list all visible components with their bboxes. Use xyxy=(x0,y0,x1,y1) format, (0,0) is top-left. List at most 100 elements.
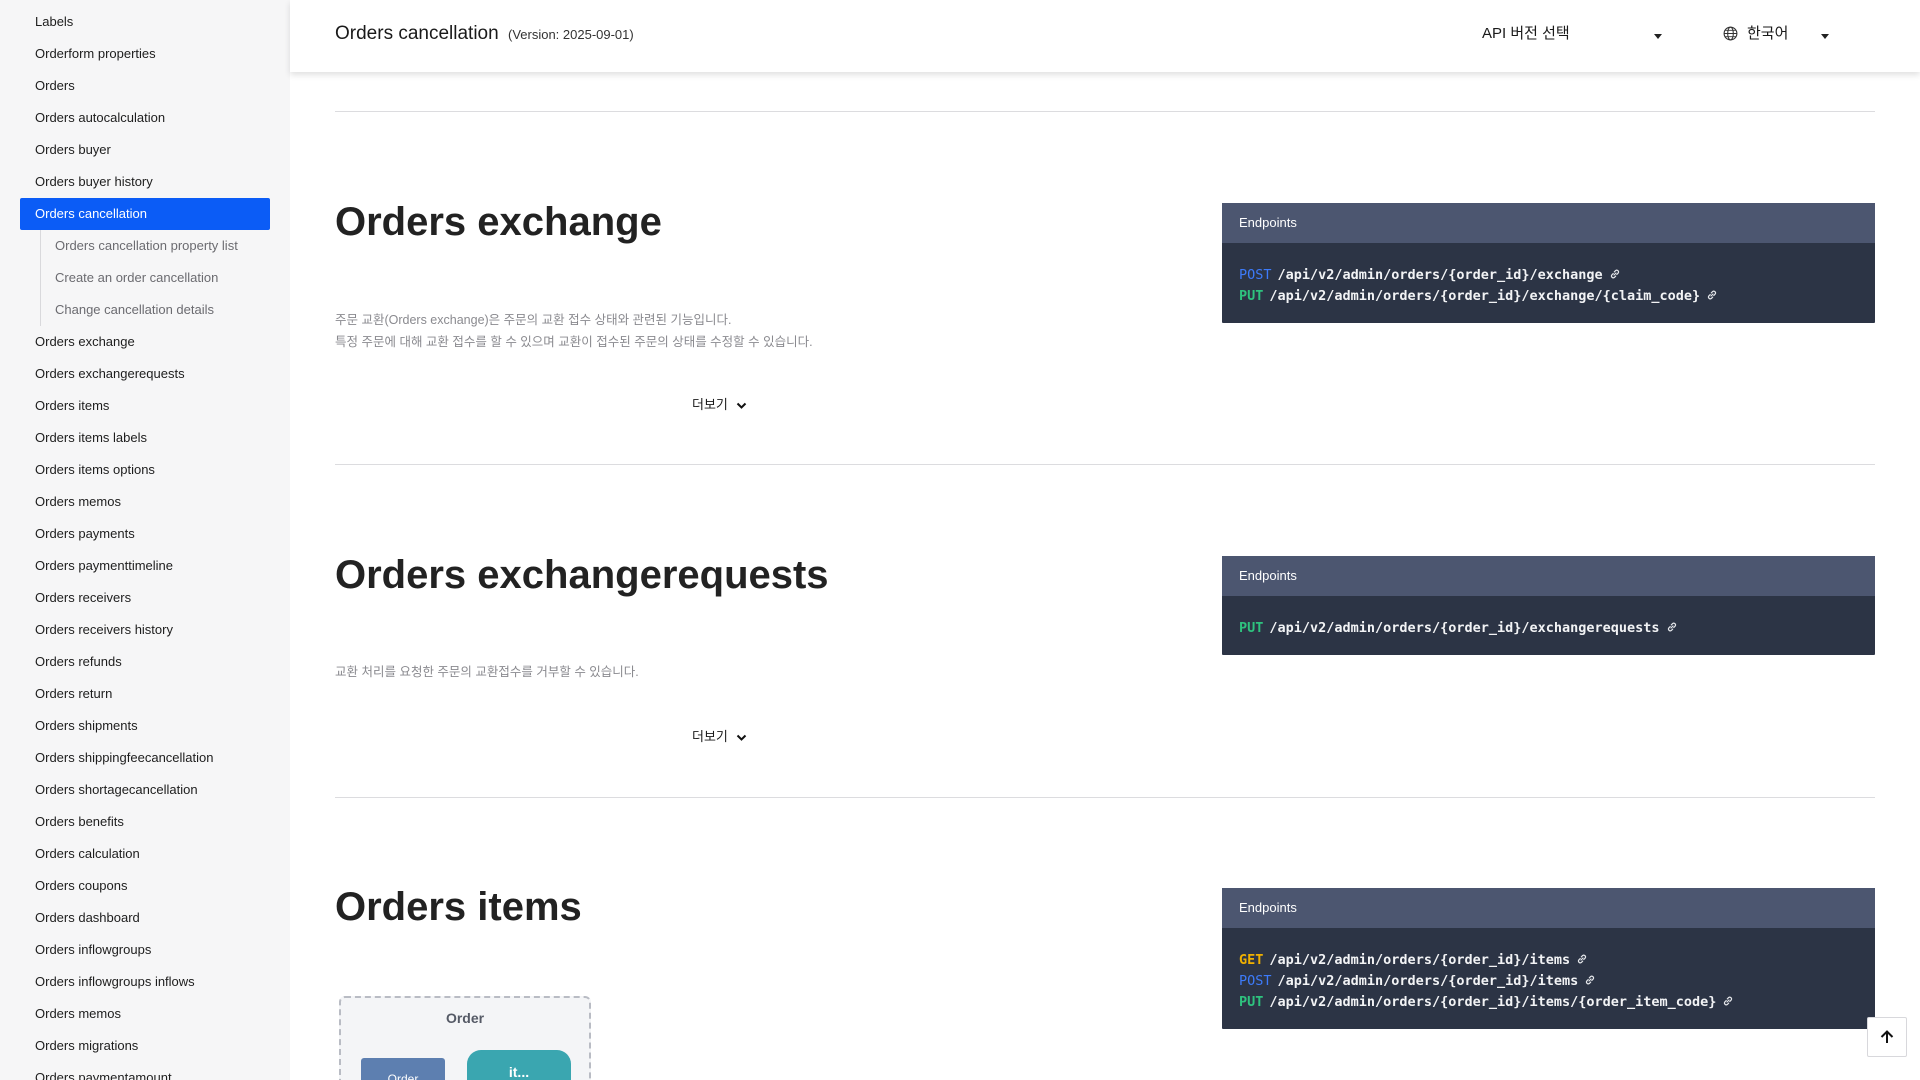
link-icon[interactable] xyxy=(1576,953,1588,965)
endpoint-path[interactable]: /api/v2/admin/orders/{order_id}/items xyxy=(1269,952,1570,968)
sidebar-item[interactable]: Orders exchangerequests xyxy=(20,358,270,390)
sidebar-item[interactable]: Orders shippingfeecancellation xyxy=(20,742,270,774)
sidebar-item[interactable]: Orders memos xyxy=(20,486,270,518)
sidebar-item[interactable]: Orders receivers history xyxy=(20,614,270,646)
endpoint-line: PUT/api/v2/admin/orders/{order_id}/excha… xyxy=(1239,618,1858,639)
link-icon[interactable] xyxy=(1722,995,1734,1007)
sidebar-item-orderform-properties[interactable]: Orderform properties xyxy=(20,38,270,70)
method-badge: PUT xyxy=(1239,620,1264,636)
desc-line: 주문 교환(Orders exchange)은 주문의 교환 접수 상태와 관련… xyxy=(335,313,732,327)
globe-icon xyxy=(1723,26,1738,41)
endpoint-path[interactable]: /api/v2/admin/orders/{order_id}/items/{o… xyxy=(1269,994,1716,1010)
top-header: Orders cancellation (Version: 2025-09-01… xyxy=(290,0,1920,72)
sidebar-item[interactable]: Orders memos xyxy=(20,998,270,1030)
page-title-text: Orders cancellation xyxy=(335,23,499,44)
endpoint-line: GET/api/v2/admin/orders/{order_id}/items xyxy=(1239,950,1858,971)
endpoint-path[interactable]: /api/v2/admin/orders/{order_id}/exchange xyxy=(1278,267,1603,283)
diagram-node-order: Order xyxy=(361,1058,445,1080)
sidebar-item[interactable]: Orders coupons xyxy=(20,870,270,902)
api-version-select-label: API 버전 선택 xyxy=(1482,25,1570,42)
sidebar-item-orders-cancellation[interactable]: Orders cancellation xyxy=(20,198,270,230)
diagram-node-items: it... xyxy=(467,1050,571,1080)
endpoints-body: PUT/api/v2/admin/orders/{order_id}/excha… xyxy=(1222,596,1875,655)
sidebar-subitem-change-cancellation[interactable]: Change cancellation details xyxy=(41,294,290,326)
sidebar-item[interactable]: Orders items labels xyxy=(20,422,270,454)
method-badge: POST xyxy=(1239,973,1272,989)
sidebar-item[interactable]: Orders items options xyxy=(20,454,270,486)
method-badge: POST xyxy=(1239,267,1272,283)
sidebar-subitem-property-list[interactable]: Orders cancellation property list xyxy=(41,230,290,262)
sidebar-item-orders-buyer-history[interactable]: Orders buyer history xyxy=(20,166,270,198)
api-version-select[interactable]: API 버전 선택 xyxy=(1482,22,1662,50)
endpoints-body: GET/api/v2/admin/orders/{order_id}/items… xyxy=(1222,928,1875,1029)
section-title-exchange: Orders exchange xyxy=(335,200,662,244)
sidebar-item[interactable]: Orders benefits xyxy=(20,806,270,838)
endpoints-header: Endpoints xyxy=(1222,556,1875,596)
method-badge: PUT xyxy=(1239,288,1264,304)
link-icon[interactable] xyxy=(1584,974,1596,986)
endpoint-path[interactable]: /api/v2/admin/orders/{order_id}/exchange… xyxy=(1269,620,1659,636)
sidebar-item-orders-buyer[interactable]: Orders buyer xyxy=(20,134,270,166)
sidebar-subitem-create-cancellation[interactable]: Create an order cancellation xyxy=(41,262,290,294)
section-desc-exchangerequests: 교환 처리를 요청한 주문의 교환접수를 거부할 수 있습니다. xyxy=(335,661,639,683)
sidebar-item[interactable]: Orders return xyxy=(20,678,270,710)
sidebar-item[interactable]: Orders migrations xyxy=(20,1030,270,1062)
endpoint-line: PUT/api/v2/admin/orders/{order_id}/items… xyxy=(1239,992,1858,1013)
sidebar-item[interactable]: Orders paymenttimeline xyxy=(20,550,270,582)
section-divider xyxy=(335,111,1875,112)
sidebar-sublist: Orders cancellation property list Create… xyxy=(40,230,290,326)
more-button-exchangerequests[interactable]: 더보기 xyxy=(692,726,747,745)
sidebar-item[interactable]: Orders receivers xyxy=(20,582,270,614)
sidebar-item[interactable]: Orders dashboard xyxy=(20,902,270,934)
arrow-up-icon xyxy=(1880,1030,1894,1043)
endpoint-line: PUT/api/v2/admin/orders/{order_id}/excha… xyxy=(1239,286,1858,307)
more-button-exchange[interactable]: 더보기 xyxy=(692,394,747,413)
endpoint-line: POST/api/v2/admin/orders/{order_id}/item… xyxy=(1239,971,1858,992)
sidebar-item[interactable]: Orders items xyxy=(20,390,270,422)
sidebar-item[interactable]: Orders shortagecancellation xyxy=(20,774,270,806)
page-title: Orders cancellation (Version: 2025-09-01… xyxy=(335,23,634,45)
sidebar-item[interactable]: Orders inflowgroups inflows xyxy=(20,966,270,998)
desc-line: 교환 처리를 요청한 주문의 교환접수를 거부할 수 있습니다. xyxy=(335,665,639,679)
endpoint-path[interactable]: /api/v2/admin/orders/{order_id}/items xyxy=(1278,973,1579,989)
language-select[interactable]: 한국어 xyxy=(1723,22,1829,50)
endpoints-body: POST/api/v2/admin/orders/{order_id}/exch… xyxy=(1222,243,1875,323)
endpoints-panel-exchange: Endpoints POST/api/v2/admin/orders/{orde… xyxy=(1222,203,1875,323)
endpoints-header: Endpoints xyxy=(1222,888,1875,928)
sidebar-item[interactable]: Orders payments xyxy=(20,518,270,550)
endpoint-path[interactable]: /api/v2/admin/orders/{order_id}/exchange… xyxy=(1269,288,1700,304)
sidebar-item-orders[interactable]: Orders xyxy=(20,70,270,102)
sidebar-list: Labels Orderform properties Orders Order… xyxy=(0,6,290,230)
diagram-title: Order xyxy=(445,1010,485,1026)
sidebar-item-orders-autocalculation[interactable]: Orders autocalculation xyxy=(20,102,270,134)
link-icon[interactable] xyxy=(1666,621,1678,633)
section-desc-exchange: 주문 교환(Orders exchange)은 주문의 교환 접수 상태와 관련… xyxy=(335,309,813,353)
sidebar-item[interactable]: Orders shipments xyxy=(20,710,270,742)
section-title-items: Orders items xyxy=(335,885,582,929)
sidebar-item[interactable]: Orders paymentamount xyxy=(20,1062,270,1080)
order-items-diagram: Order Order it... xyxy=(339,996,591,1080)
version-label: (Version: 2025-09-01) xyxy=(507,27,634,42)
scroll-to-top-button[interactable] xyxy=(1867,1017,1907,1057)
section-divider xyxy=(335,797,1875,798)
endpoints-panel-exchangerequests: Endpoints PUT/api/v2/admin/orders/{order… xyxy=(1222,556,1875,655)
chevron-down-icon xyxy=(736,734,746,741)
section-title-exchangerequests: Orders exchangerequests xyxy=(335,553,829,597)
caret-down-icon xyxy=(1654,34,1662,39)
desc-line: 특정 주문에 대해 교환 접수를 할 수 있으며 교환이 접수된 주문의 상태를… xyxy=(335,335,813,349)
sidebar-item[interactable]: Orders refunds xyxy=(20,646,270,678)
chevron-down-icon xyxy=(736,402,746,409)
more-label: 더보기 xyxy=(692,729,728,744)
link-icon[interactable] xyxy=(1706,289,1718,301)
sidebar-item[interactable]: Orders inflowgroups xyxy=(20,934,270,966)
more-label: 더보기 xyxy=(692,397,728,412)
sidebar-item[interactable]: Orders calculation xyxy=(20,838,270,870)
sidebar-item[interactable]: Orders exchange xyxy=(20,326,270,358)
endpoints-panel-items: Endpoints GET/api/v2/admin/orders/{order… xyxy=(1222,888,1875,1029)
sidebar-list-rest: Orders exchange Orders exchangerequests … xyxy=(0,326,290,1080)
method-badge: GET xyxy=(1239,952,1264,968)
link-icon[interactable] xyxy=(1609,268,1621,280)
method-badge: PUT xyxy=(1239,994,1264,1010)
endpoints-header: Endpoints xyxy=(1222,203,1875,243)
sidebar-item-labels[interactable]: Labels xyxy=(20,6,270,38)
